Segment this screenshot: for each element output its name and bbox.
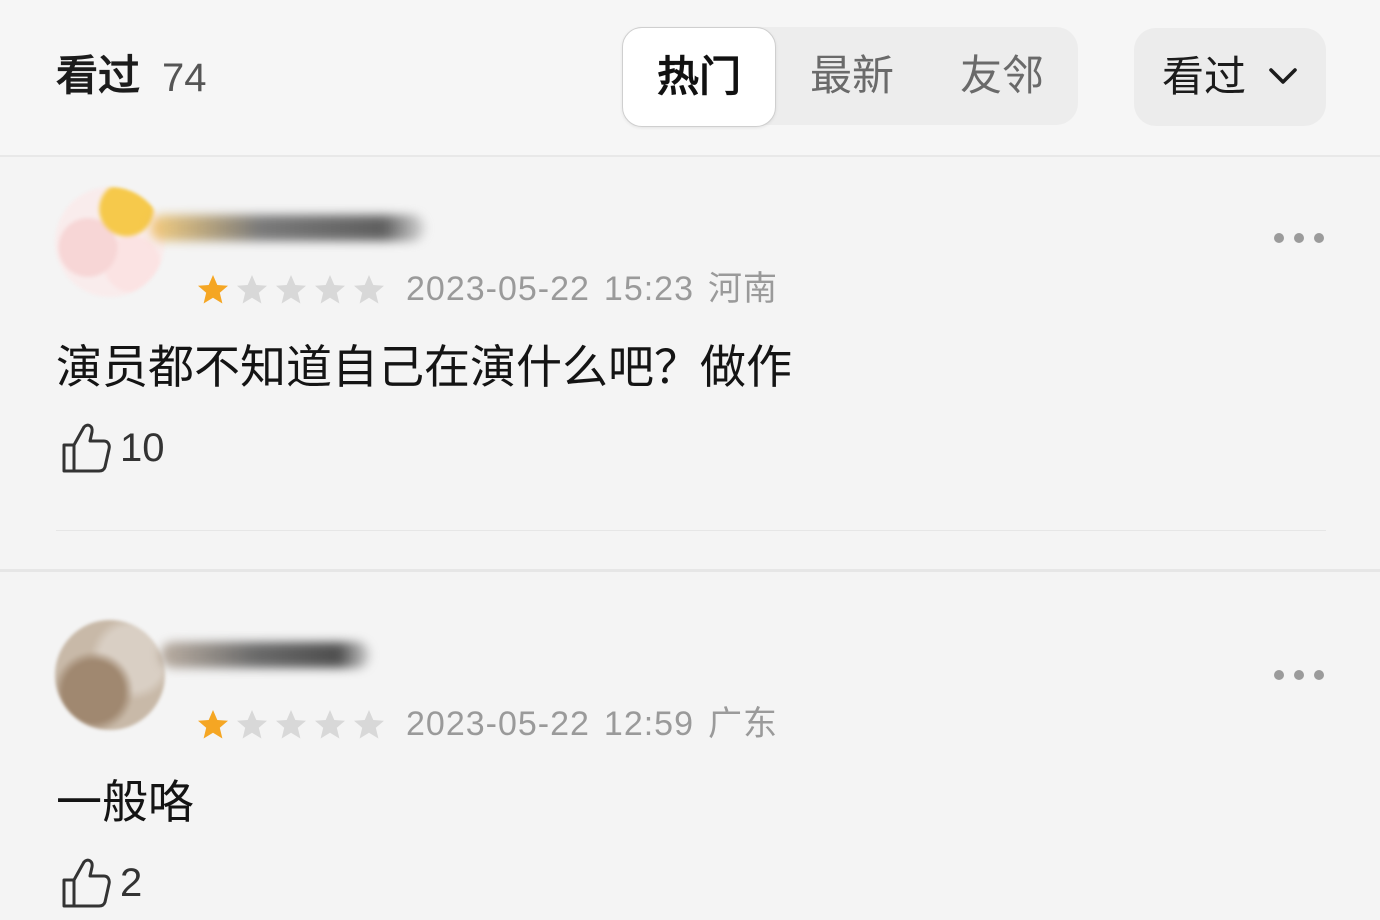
comment-date: 2023-05-22 — [406, 270, 590, 308]
avatar[interactable] — [55, 187, 165, 297]
tab-latest[interactable]: 最新 — [782, 27, 922, 125]
status-filter-label: 看过 — [1162, 52, 1247, 101]
star-rating — [196, 708, 386, 742]
star-filled-icon — [198, 710, 228, 739]
divider — [56, 530, 1326, 531]
like-count: 2 — [120, 861, 143, 905]
more-options-icon[interactable] — [1270, 665, 1328, 685]
comment-meta: 2023-05-22 15:23 河南 — [406, 269, 778, 309]
star-empty-icon — [276, 275, 306, 304]
star-empty-icon — [354, 275, 384, 304]
avatar[interactable] — [55, 620, 165, 730]
comment-card: 2023-05-22 12:59 广东 一般咯 2 — [0, 572, 1380, 920]
status-filter-dropdown[interactable]: 看过 — [1134, 28, 1326, 126]
watched-title: 看过 — [56, 51, 141, 100]
watched-count: 74 — [162, 56, 207, 100]
star-empty-icon — [237, 275, 267, 304]
star-rating — [196, 273, 386, 307]
tab-hot[interactable]: 热门 — [622, 27, 776, 127]
thumbs-up-icon — [62, 858, 111, 908]
star-empty-icon — [237, 710, 267, 739]
like-count: 10 — [120, 426, 165, 470]
comment-text: 演员都不知道自己在演什么吧？做作 — [56, 340, 792, 394]
thumbs-up-icon — [62, 423, 111, 473]
chevron-down-icon — [1269, 68, 1297, 84]
username-blurred[interactable] — [160, 642, 370, 668]
tab-friends[interactable]: 友邻 — [932, 27, 1072, 125]
star-empty-icon — [315, 275, 345, 304]
comment-date: 2023-05-22 — [406, 705, 590, 743]
star-empty-icon — [315, 710, 345, 739]
comment-time: 12:59 — [603, 705, 695, 743]
star-empty-icon — [354, 710, 384, 739]
star-filled-icon — [198, 275, 228, 304]
more-options-icon[interactable] — [1270, 228, 1328, 248]
sort-tabs: 热门 最新 友邻 — [622, 27, 1078, 127]
comment-time: 15:23 — [603, 270, 695, 308]
comment-text: 一般咯 — [56, 775, 194, 829]
comments-header: 看过 74 热门 最新 友邻 看过 — [0, 0, 1380, 157]
comment-card: 2023-05-22 15:23 河南 演员都不知道自己在演什么吧？做作 10 — [0, 157, 1380, 572]
username-blurred[interactable] — [150, 215, 425, 241]
comment-location: 河南 — [708, 270, 779, 308]
comment-location: 广东 — [708, 705, 779, 743]
comment-meta: 2023-05-22 12:59 广东 — [406, 704, 778, 744]
star-empty-icon — [276, 710, 306, 739]
comments-page: 看过 74 热门 最新 友邻 看过 2023-05-22 15:23 河南 演员都不… — [0, 0, 1380, 920]
